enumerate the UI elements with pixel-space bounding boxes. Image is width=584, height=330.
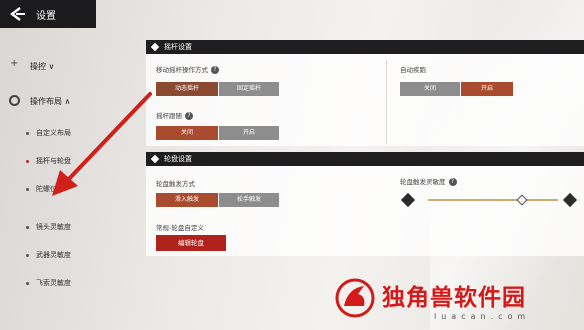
watermark-text: 独角兽软件园 [382, 284, 526, 311]
watermark-url: luacan.com [434, 312, 531, 321]
unicorn-logo-icon [335, 278, 375, 318]
watermark: 独角兽软件园 luacan.com [334, 268, 584, 330]
